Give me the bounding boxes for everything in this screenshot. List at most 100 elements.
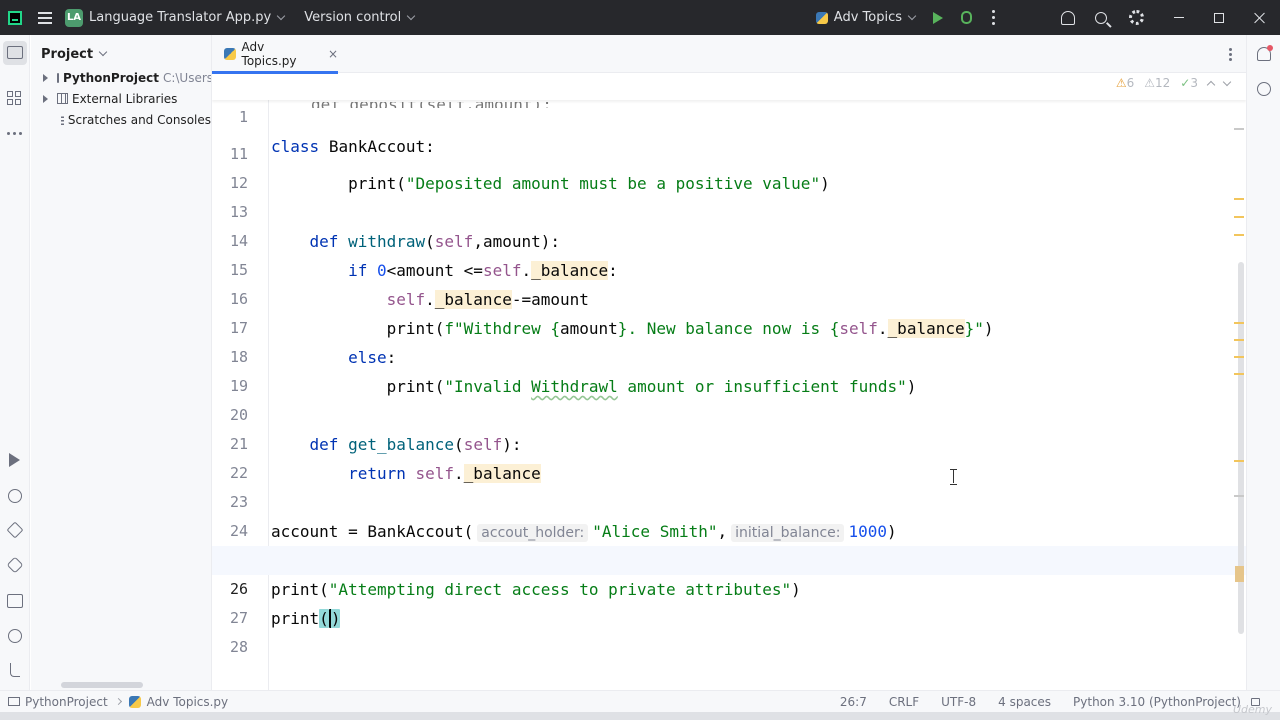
next-highlight-icon[interactable]: [1222, 77, 1232, 86]
window-bottom-edge: [0, 712, 1280, 720]
stripe-mark[interactable]: [1234, 495, 1244, 497]
line-ending[interactable]: CRLF: [889, 695, 919, 709]
stripe-mark[interactable]: [1234, 460, 1244, 462]
title-bar: LA Language Translator App.py Version co…: [0, 0, 1280, 35]
scroll-position-marker[interactable]: [1235, 566, 1244, 582]
breadcrumb: PythonProject Adv Topics.py: [8, 695, 228, 709]
tab-close-icon[interactable]: ×: [328, 47, 338, 61]
code-line[interactable]: 16 print(f"Withdrew {amount}. New balanc…: [212, 256, 1246, 338]
status-bar: PythonProject Adv Topics.py 26:7 CRLF UT…: [0, 690, 1280, 712]
notification-dot: [1267, 45, 1273, 51]
run-icon[interactable]: [933, 11, 943, 24]
stripe-mark[interactable]: [1234, 339, 1244, 341]
code-line[interactable]: 20 def get_balance(self):: [212, 372, 1246, 454]
version-control-menu[interactable]: Version control: [304, 10, 416, 25]
layers-icon[interactable]: [6, 521, 24, 539]
code-line[interactable]: 22: [212, 430, 1246, 482]
git-icon[interactable]: [10, 663, 20, 677]
problems-icon[interactable]: [8, 629, 22, 643]
stripe-mark[interactable]: [1234, 356, 1244, 358]
run-config-selector[interactable]: Adv Topics: [815, 10, 917, 25]
close-icon[interactable]: [1254, 12, 1266, 24]
breadcrumb-project[interactable]: PythonProject: [25, 695, 108, 709]
folder-icon: [8, 697, 20, 706]
ai-assistant-icon[interactable]: [1257, 82, 1271, 96]
terminal-icon[interactable]: [7, 594, 23, 608]
previous-highlight-icon[interactable]: [1206, 80, 1216, 89]
code-line[interactable]: 21 return self._balance: [212, 401, 1246, 483]
stripe-mark[interactable]: [1234, 373, 1244, 375]
code-line[interactable]: 19: [212, 343, 1246, 395]
code-line[interactable]: 13 def withdraw(self,amount):: [212, 169, 1246, 251]
code-line[interactable]: 18 print("Invalid Withdrawl amount or in…: [212, 314, 1246, 396]
search-icon[interactable]: [1095, 11, 1107, 24]
warnings-count[interactable]: ⚠6: [1116, 76, 1134, 90]
debug-icon[interactable]: [961, 11, 972, 24]
caret-position[interactable]: 26:7: [840, 695, 867, 709]
left-tool-strip: [0, 35, 30, 690]
partially-hidden-line: def deposit(self,amount):: [212, 100, 1246, 108]
code-line[interactable]: 24: [212, 488, 1246, 540]
file-encoding[interactable]: UTF-8: [941, 695, 976, 709]
code-line[interactable]: 28: [212, 604, 1246, 656]
tree-item-pythonproject[interactable]: PythonProject C:\Users\: [31, 67, 211, 88]
right-tool-strip: [1246, 35, 1280, 690]
code-with-me-icon[interactable]: [1061, 10, 1075, 25]
sticky-line[interactable]: 1 class BankAccout:: [212, 74, 1246, 156]
tree-item-external-libraries[interactable]: External Libraries: [31, 88, 211, 109]
code-line[interactable]: 27: [212, 575, 1246, 627]
scratches-icon: [61, 114, 64, 125]
current-code-line[interactable]: 26 print(): [212, 546, 1246, 628]
warning-icon: ⚠: [1115, 76, 1127, 90]
horizontal-scrollbar[interactable]: [61, 682, 143, 688]
breadcrumb-file[interactable]: Adv Topics.py: [147, 695, 229, 709]
python-file-icon: [224, 48, 236, 60]
libraries-icon: [57, 93, 68, 104]
expand-arrow-icon[interactable]: [43, 94, 48, 103]
settings-icon[interactable]: [1129, 10, 1144, 25]
tree-item-label: Scratches and Consoles: [67, 112, 211, 127]
code-line[interactable]: 14 if 0<amount <=self._balance:: [212, 198, 1246, 280]
services-icon[interactable]: [6, 556, 24, 574]
project-name: Language Translator App.py: [89, 10, 272, 25]
code-line[interactable]: 15 self._balance-=amount: [212, 227, 1246, 309]
stripe-mark[interactable]: [1234, 128, 1244, 130]
chevron-down-icon: [406, 11, 416, 20]
stripe-mark[interactable]: [1234, 322, 1244, 324]
code-line[interactable]: 25 print("Attempting direct access to pr…: [212, 517, 1246, 599]
chevron-right-icon: [114, 697, 122, 706]
chevron-down-icon: [907, 11, 917, 20]
tree-item-scratches[interactable]: Scratches and Consoles: [31, 109, 211, 130]
code-line[interactable]: 23 account = BankAccout(accout_holder: "A…: [212, 459, 1246, 542]
inspection-widget[interactable]: ⚠6 ⚠12 ✓3: [1116, 76, 1232, 90]
weak-warning-icon: ⚠: [1144, 76, 1156, 90]
more-tools-icon[interactable]: [7, 126, 23, 140]
run-config-label: Adv Topics: [833, 10, 902, 25]
folder-icon: [57, 72, 59, 83]
python-file-icon: [128, 695, 141, 708]
expand-arrow-icon[interactable]: [43, 73, 48, 82]
code-editor[interactable]: ⚠6 ⚠12 ✓3 1 class BankAccout: def deposi…: [212, 74, 1246, 690]
tab-adv-topics[interactable]: Adv Topics.py ×: [212, 35, 338, 74]
indent-setting[interactable]: 4 spaces: [998, 695, 1051, 709]
more-icon[interactable]: [992, 10, 995, 25]
project-switcher[interactable]: LA Language Translator App.py: [65, 5, 286, 31]
weak-warnings-count[interactable]: ⚠12: [1144, 76, 1170, 90]
stripe-mark[interactable]: [1234, 216, 1244, 218]
run-tool-icon[interactable]: [9, 453, 20, 467]
project-panel-title: Project: [41, 46, 94, 62]
stripe-mark[interactable]: [1234, 234, 1244, 236]
python-console-icon[interactable]: [8, 489, 22, 503]
maximize-icon[interactable]: [1214, 12, 1224, 23]
typos-count[interactable]: ✓3: [1180, 76, 1198, 90]
stripe-mark[interactable]: [1234, 198, 1244, 200]
main-menu-icon[interactable]: [38, 11, 52, 24]
project-tool-button[interactable]: [3, 41, 27, 65]
minimize-icon[interactable]: [1174, 17, 1184, 18]
code-line[interactable]: 17 else:: [212, 285, 1246, 367]
interpreter-selector[interactable]: Python 3.10 (PythonProject): [1073, 695, 1241, 709]
tabs-more-icon[interactable]: [1229, 48, 1232, 61]
structure-icon[interactable]: [7, 91, 23, 105]
line-number: 1: [238, 108, 248, 126]
app-logo-icon: [8, 10, 22, 25]
